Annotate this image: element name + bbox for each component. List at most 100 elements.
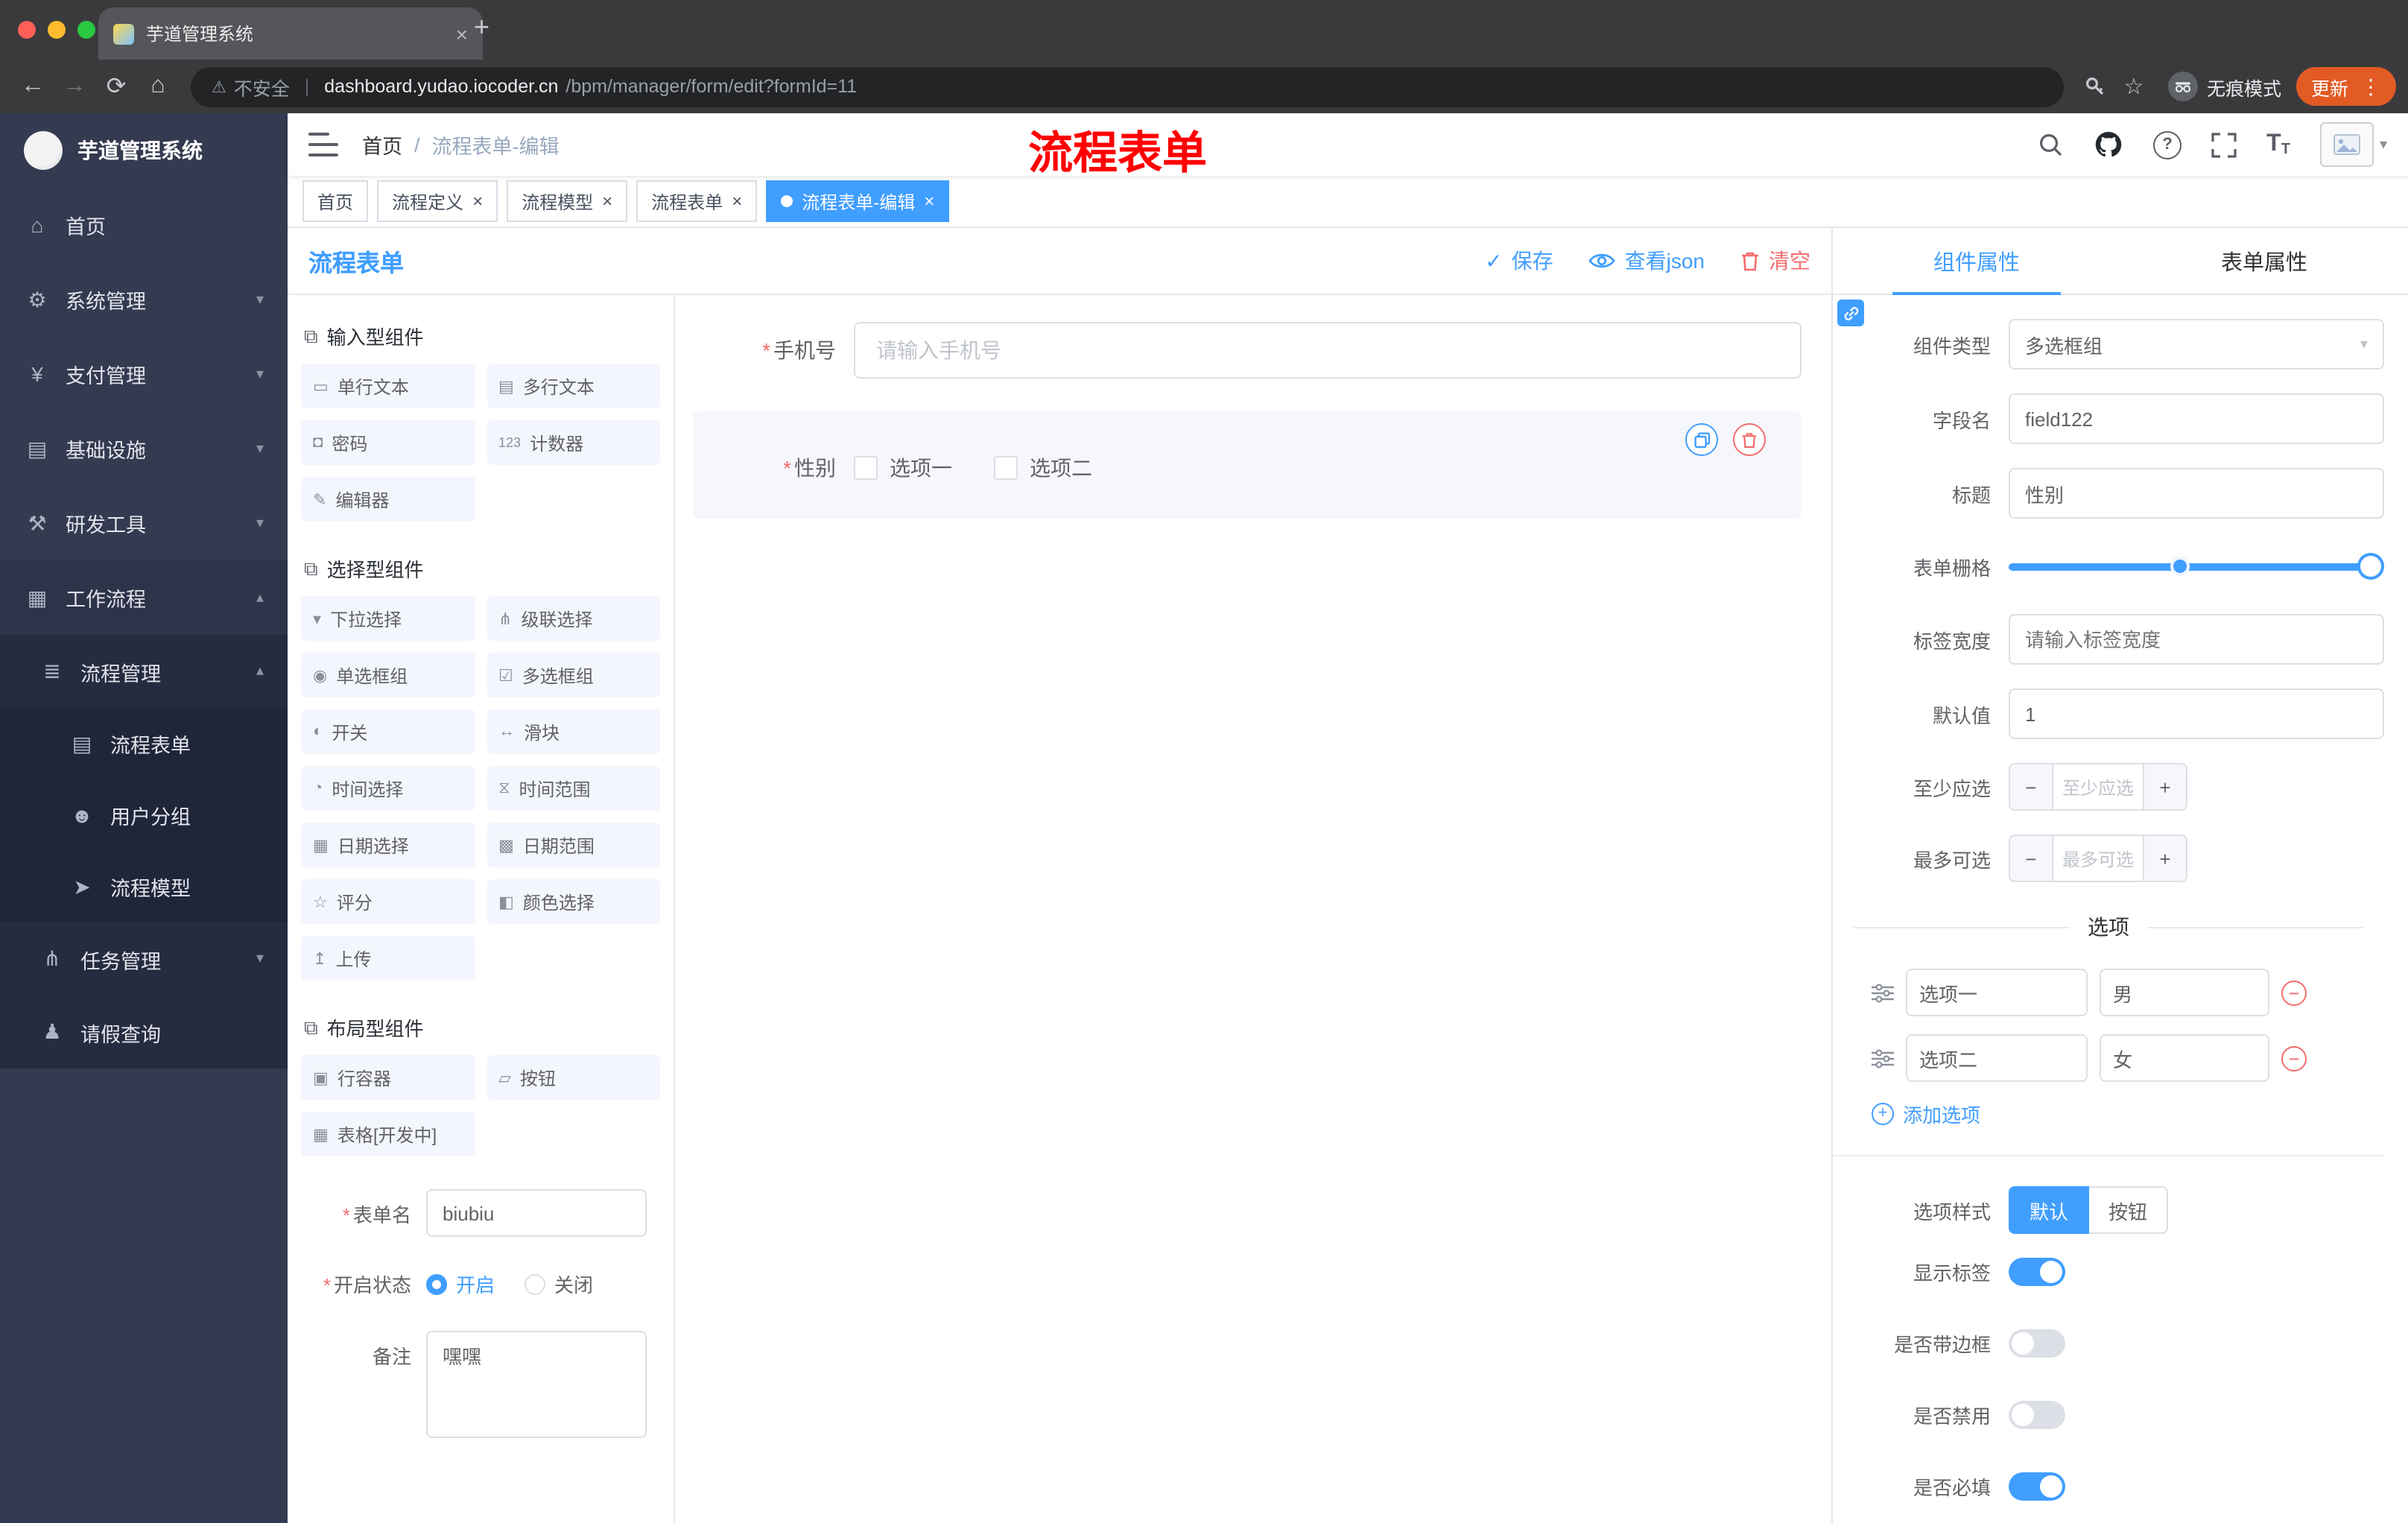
sidebar-item-process-model[interactable]: ➤ 流程模型 xyxy=(0,851,288,922)
component-counter[interactable]: 123 计数器 xyxy=(487,420,660,465)
sidebar-logo[interactable]: 芋道管理系统 xyxy=(0,113,288,188)
component-checkbox-group[interactable]: ☑ 多选框组 xyxy=(487,653,660,697)
browser-menu-icon[interactable]: ⋮ xyxy=(2360,74,2381,99)
max-select-value[interactable]: 最多可选 xyxy=(2053,836,2143,881)
component-color-picker[interactable]: ◧ 颜色选择 xyxy=(487,879,660,924)
tag-process-model[interactable]: 流程模型 × xyxy=(507,180,628,222)
tab-close-icon[interactable]: × xyxy=(456,23,468,44)
gender-option-2[interactable]: 选项二 xyxy=(994,453,1092,483)
component-rate[interactable]: ☆ 评分 xyxy=(301,879,475,924)
search-icon[interactable] xyxy=(2037,131,2064,158)
phone-field-row[interactable]: * 手机号 请输入手机号 xyxy=(693,316,1802,393)
home-icon[interactable]: ⌂ xyxy=(137,69,179,104)
component-date-range[interactable]: ▩ 日期范围 xyxy=(487,823,660,867)
option-1-value-input[interactable] xyxy=(2100,969,2269,1016)
clear-button[interactable]: 清空 xyxy=(1740,246,1810,276)
increase-button[interactable]: + xyxy=(2143,764,2186,809)
style-button-button[interactable]: 按钮 xyxy=(2089,1186,2169,1234)
user-avatar-wrap[interactable]: ▾ xyxy=(2319,122,2387,167)
key-icon[interactable] xyxy=(2076,75,2114,98)
component-row-container[interactable]: ▣ 行容器 xyxy=(301,1055,475,1100)
form-name-input[interactable] xyxy=(426,1189,647,1237)
save-button[interactable]: ✓ 保存 xyxy=(1485,246,1553,276)
tab-form-props[interactable]: 表单属性 xyxy=(2120,228,2408,294)
option-2-label-input[interactable] xyxy=(1906,1034,2088,1082)
required-switch[interactable] xyxy=(2009,1472,2065,1501)
min-select-value[interactable]: 至少应选 xyxy=(2053,764,2143,809)
avatar-caret-icon[interactable]: ▾ xyxy=(2380,136,2387,153)
border-switch[interactable] xyxy=(2009,1329,2065,1358)
component-multi-line-text[interactable]: ▤ 多行文本 xyxy=(487,364,660,408)
remove-option-button[interactable]: − xyxy=(2281,1045,2307,1071)
option-1-label-input[interactable] xyxy=(1906,969,2088,1016)
github-icon[interactable] xyxy=(2094,130,2123,159)
delete-field-button[interactable] xyxy=(1733,423,1766,456)
component-time-range[interactable]: ⧖ 时间范围 xyxy=(487,766,660,811)
tag-process-form-edit[interactable]: 流程表单-编辑 × xyxy=(766,180,950,222)
component-cascader[interactable]: ⋔ 级联选择 xyxy=(487,596,660,641)
reload-icon[interactable]: ⟳ xyxy=(95,69,137,104)
phone-input[interactable]: 请输入手机号 xyxy=(854,322,1802,379)
sidebar-item-process-mgmt[interactable]: ≣ 流程管理 ▴ xyxy=(0,635,288,708)
tag-close-icon[interactable]: × xyxy=(602,192,612,210)
help-icon[interactable]: ? xyxy=(2153,130,2182,159)
component-button[interactable]: ▱ 按钮 xyxy=(487,1055,660,1100)
drag-handle-icon[interactable] xyxy=(1872,983,1894,1002)
new-tab-button[interactable]: + xyxy=(474,12,489,43)
fullscreen-icon[interactable] xyxy=(2211,132,2237,157)
tag-close-icon[interactable]: × xyxy=(732,192,742,210)
gender-option-1[interactable]: 选项一 xyxy=(854,453,952,483)
address-bar[interactable]: ⚠ 不安全 | dashboard.yudao.iocoder.cn /bpm/… xyxy=(191,66,2064,107)
radio-off[interactable]: 关闭 xyxy=(525,1270,593,1298)
increase-button[interactable]: + xyxy=(2143,836,2186,881)
remove-option-button[interactable]: − xyxy=(2281,980,2307,1005)
avatar[interactable] xyxy=(2319,122,2374,167)
tag-close-icon[interactable]: × xyxy=(924,192,934,210)
bookmark-star-icon[interactable]: ☆ xyxy=(2114,73,2153,100)
link-icon[interactable] xyxy=(1837,300,1864,326)
drag-handle-icon[interactable] xyxy=(1872,1048,1894,1068)
component-radio-group[interactable]: ◉ 单选框组 xyxy=(301,653,475,697)
grid-slider[interactable] xyxy=(2009,542,2384,590)
sidebar-item-home[interactable]: ⌂ 首页 xyxy=(0,188,288,262)
component-time-picker[interactable]: ◔ 时间选择 xyxy=(301,766,475,811)
sidebar-item-user-group[interactable]: ☻ 用户分组 xyxy=(0,779,288,851)
decrease-button[interactable]: − xyxy=(2010,836,2053,881)
sidebar-item-workflow[interactable]: ▦ 工作流程 ▴ xyxy=(0,560,288,635)
decrease-button[interactable]: − xyxy=(2010,764,2053,809)
add-option-button[interactable]: + 添加选项 xyxy=(1872,1100,2384,1128)
component-type-select[interactable]: 多选框组 ▾ xyxy=(2009,319,2384,370)
maximize-window-button[interactable] xyxy=(77,21,95,39)
option-2-value-input[interactable] xyxy=(2100,1034,2269,1082)
update-button[interactable]: 更新 ⋮ xyxy=(2295,67,2396,106)
tag-process-definition[interactable]: 流程定义 × xyxy=(377,180,498,222)
sidebar-item-payment[interactable]: ¥ 支付管理 ▾ xyxy=(0,337,288,411)
copy-field-button[interactable] xyxy=(1685,423,1718,456)
tag-home[interactable]: 首页 xyxy=(302,180,369,222)
form-remark-input[interactable]: 嘿嘿 xyxy=(426,1331,647,1438)
component-single-line-text[interactable]: ▭ 单行文本 xyxy=(301,364,475,408)
title-input[interactable] xyxy=(2009,468,2384,519)
component-date-picker[interactable]: ▦ 日期选择 xyxy=(301,823,475,867)
close-window-button[interactable] xyxy=(18,21,36,39)
sidebar-item-process-form[interactable]: ▤ 流程表单 xyxy=(0,708,288,779)
disabled-switch[interactable] xyxy=(2009,1401,2065,1429)
component-switch[interactable]: ◐ 开关 xyxy=(301,709,475,754)
component-table[interactable]: ▦ 表格[开发中] xyxy=(301,1112,475,1156)
component-editor[interactable]: ✎ 编辑器 xyxy=(301,477,475,522)
radio-on[interactable]: 开启 xyxy=(426,1270,495,1298)
component-upload[interactable]: ↥ 上传 xyxy=(301,936,475,981)
style-default-button[interactable]: 默认 xyxy=(2009,1186,2090,1234)
gender-field-block[interactable]: * 性别 选项一 选项二 xyxy=(693,411,1802,519)
show-label-switch[interactable] xyxy=(2009,1258,2065,1286)
component-password[interactable]: ◘ 密码 xyxy=(301,420,475,465)
font-size-icon[interactable]: TT xyxy=(2266,131,2290,158)
component-select[interactable]: ▾ 下拉选择 xyxy=(301,596,475,641)
forward-icon[interactable]: → xyxy=(54,69,95,104)
slider-handle[interactable] xyxy=(2357,553,2384,580)
default-value-input[interactable] xyxy=(2009,688,2384,739)
minimize-window-button[interactable] xyxy=(48,21,66,39)
sidebar-item-system[interactable]: ⚙ 系统管理 ▾ xyxy=(0,262,288,337)
tab-component-props[interactable]: 组件属性 xyxy=(1833,228,2120,295)
sidebar-item-task-mgmt[interactable]: ⋔ 任务管理 ▾ xyxy=(0,922,288,995)
